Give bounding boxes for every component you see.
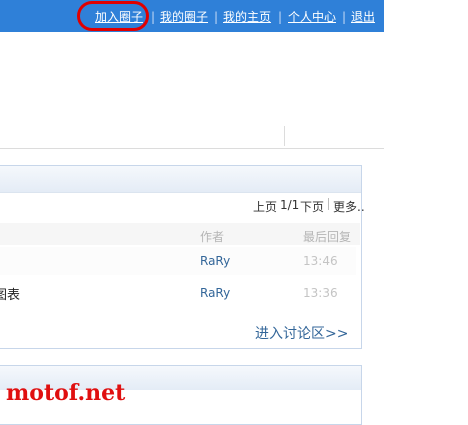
my-homepage-link[interactable]: 我的主页 bbox=[223, 10, 271, 24]
author-link[interactable]: RaRy bbox=[200, 286, 230, 300]
next-page-link[interactable]: 下页 bbox=[300, 198, 324, 215]
personal-center-link[interactable]: 个人中心 bbox=[288, 10, 336, 24]
nav-separator: | bbox=[278, 10, 283, 24]
top-navigation-bar: 加入圈子 | 我的圈子 | 我的主页 | 个人中心 | 退出 bbox=[0, 0, 384, 32]
more-link[interactable]: 更多.. bbox=[333, 198, 365, 215]
prev-page-link[interactable]: 上页 bbox=[253, 198, 277, 215]
my-circles-link[interactable]: 我的圈子 bbox=[160, 10, 208, 24]
logout-link[interactable]: 退出 bbox=[351, 10, 375, 24]
author-link[interactable]: RaRy bbox=[200, 254, 230, 268]
pager-separator bbox=[328, 198, 329, 210]
header-divider-tick bbox=[284, 126, 285, 146]
nav-separator: | bbox=[214, 10, 219, 24]
header-divider bbox=[0, 148, 384, 149]
page-indicator: 1/1 bbox=[280, 198, 300, 212]
last-reply-time: 13:36 bbox=[303, 286, 338, 300]
topic-title-link[interactable]: 图表 bbox=[0, 284, 20, 303]
author-column-header: 作者 bbox=[200, 230, 225, 244]
nav-separator: | bbox=[342, 10, 347, 24]
discussion-panel-header bbox=[0, 166, 361, 193]
last-reply-column-header: 最后回复 bbox=[303, 230, 352, 244]
watermark: motof.net bbox=[6, 380, 126, 406]
enter-discussion-link[interactable]: 进入讨论区>> bbox=[255, 323, 348, 343]
nav-separator: | bbox=[151, 10, 156, 24]
red-highlight-circle bbox=[77, 1, 149, 31]
last-reply-time: 13:46 bbox=[303, 254, 338, 268]
